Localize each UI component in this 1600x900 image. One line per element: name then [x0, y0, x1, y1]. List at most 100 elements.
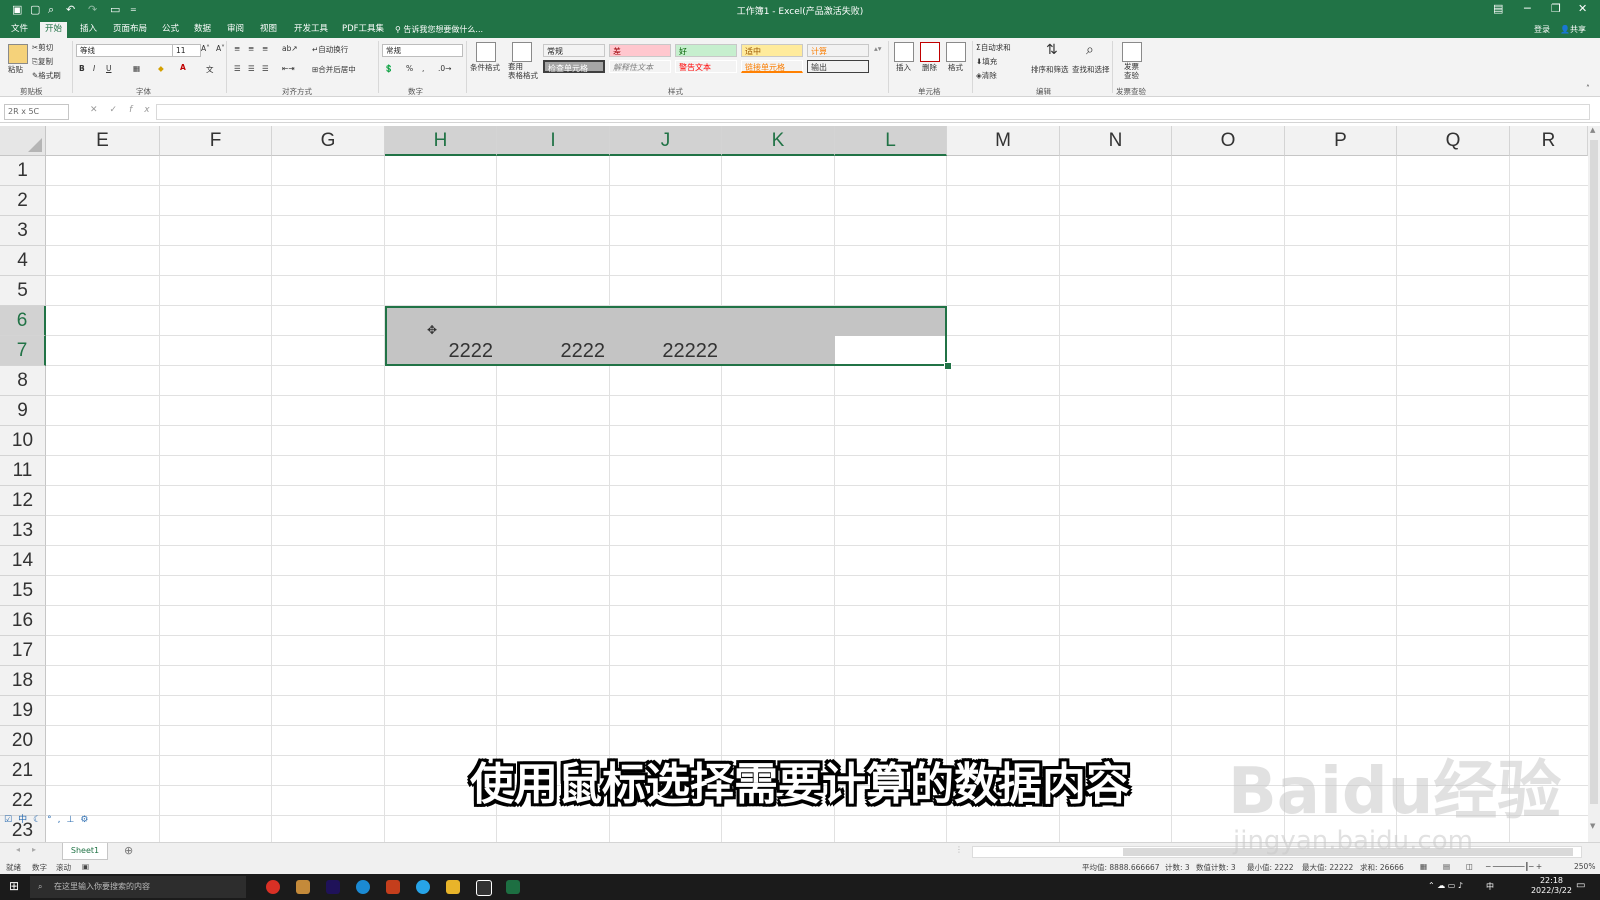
ime-indicator[interactable]: 中 — [1486, 881, 1494, 892]
ime-check-icon[interactable]: ☑ — [4, 815, 18, 825]
fill-handle[interactable] — [944, 362, 952, 370]
style-normal[interactable]: 常规 — [543, 44, 605, 57]
delete-cells-icon[interactable] — [920, 42, 940, 62]
sort-filter-button[interactable]: 排序和筛选 — [1031, 64, 1069, 75]
row-header-19[interactable]: 19 — [0, 696, 46, 726]
indent-icon[interactable]: ⇤⇥ — [282, 64, 295, 73]
tab-insert[interactable]: 插入 — [75, 23, 102, 35]
clear-button[interactable]: ◈清除 — [976, 70, 997, 81]
column-header-m[interactable]: M — [947, 126, 1060, 156]
bold-button[interactable]: B — [79, 64, 85, 73]
row-header-4[interactable]: 4 — [0, 246, 46, 276]
row-header-5[interactable]: 5 — [0, 276, 46, 306]
sort-filter-icon[interactable]: ⇅ — [1046, 42, 1058, 58]
macro-record-icon[interactable]: ▣ — [82, 862, 89, 871]
column-header-n[interactable]: N — [1060, 126, 1172, 156]
cut-button[interactable]: ✂剪切 — [32, 42, 53, 53]
align-bottom-icon[interactable]: ≡ — [262, 44, 268, 53]
paste-icon[interactable] — [8, 44, 28, 64]
minimize-icon[interactable]: ─ — [1524, 2, 1531, 15]
style-neutral[interactable]: 适中 — [741, 44, 803, 57]
scroll-down-icon[interactable]: ▼ — [1590, 822, 1595, 830]
close-icon[interactable]: ✕ — [1578, 2, 1587, 15]
enter-icon[interactable]: ✓ — [110, 105, 130, 115]
style-explanatory[interactable]: 解释性文本 — [609, 60, 671, 73]
tray-icons[interactable]: ⌃ ☁ ▭ ♪ — [1428, 881, 1463, 890]
conditional-format-icon[interactable] — [476, 42, 496, 62]
autosum-button[interactable]: Σ自动求和 — [976, 42, 1011, 53]
tab-pdf-tools[interactable]: PDF工具集 — [337, 23, 389, 35]
row-header-9[interactable]: 9 — [0, 396, 46, 426]
wps-icon[interactable] — [386, 880, 400, 894]
underline-button[interactable]: U — [106, 64, 112, 73]
windows-start-icon[interactable]: ⊞ — [9, 879, 19, 893]
name-box[interactable]: 2R x 5C — [4, 104, 69, 120]
cell-h7[interactable]: 2222 — [385, 336, 494, 366]
shrink-font-icon[interactable]: A˅ — [216, 44, 225, 53]
ime-keyboard-icon[interactable]: ⊥ — [67, 815, 81, 825]
insert-cells-button[interactable]: 插入 — [896, 62, 911, 73]
row-header-3[interactable]: 3 — [0, 216, 46, 246]
vertical-scroll-thumb[interactable] — [1590, 140, 1598, 804]
row-header-12[interactable]: 12 — [0, 486, 46, 516]
conditional-format-button[interactable]: 条件格式 — [470, 62, 500, 73]
ime-lang-icon[interactable]: 中 — [18, 815, 33, 825]
style-good[interactable]: 好 — [675, 44, 737, 57]
align-left-icon[interactable]: ☰ — [234, 64, 241, 73]
orientation-icon[interactable]: ab↗ — [282, 44, 298, 53]
column-header-p[interactable]: P — [1285, 126, 1397, 156]
row-header-8[interactable]: 8 — [0, 366, 46, 396]
taskbar-clock[interactable]: 22:18 2022/3/22 — [1531, 876, 1572, 896]
format-painter-button[interactable]: ✎格式刷 — [32, 70, 61, 81]
wrap-text-button[interactable]: ↵自动换行 — [312, 44, 348, 55]
row-header-11[interactable]: 11 — [0, 456, 46, 486]
tell-me-box[interactable]: ⚲ 告诉我您想要做什么... — [395, 24, 483, 35]
tab-formulas[interactable]: 公式 — [157, 23, 184, 35]
border-icon[interactable]: ▦ — [133, 64, 140, 73]
column-header-l[interactable]: L — [835, 126, 947, 156]
tab-data[interactable]: 数据 — [189, 23, 216, 35]
edge-icon[interactable] — [356, 880, 370, 894]
align-right-icon[interactable]: ☰ — [262, 64, 269, 73]
delete-cells-button[interactable]: 删除 — [922, 62, 937, 73]
ime-settings-icon[interactable]: ⚙ — [80, 815, 94, 825]
page-layout-view-icon[interactable]: ▤ — [1443, 862, 1450, 871]
taskbar-search[interactable]: ⌕ 在这里输入你要搜索的内容 — [30, 876, 246, 898]
column-header-g[interactable]: G — [272, 126, 385, 156]
grow-font-icon[interactable]: A˄ — [201, 44, 210, 53]
page-break-view-icon[interactable]: ◫ — [1466, 862, 1473, 871]
align-middle-icon[interactable]: ≡ — [248, 44, 254, 53]
row-header-2[interactable]: 2 — [0, 186, 46, 216]
number-format-select[interactable]: 常规 — [382, 44, 463, 57]
insert-cells-icon[interactable] — [894, 42, 914, 62]
active-cell[interactable] — [835, 336, 945, 364]
tab-review[interactable]: 审阅 — [222, 23, 249, 35]
phonetic-icon[interactable]: 文 — [206, 64, 214, 75]
row-header-16[interactable]: 16 — [0, 606, 46, 636]
copy-button[interactable]: ⎘复制 — [32, 56, 53, 67]
row-header-6[interactable]: 6 — [0, 306, 46, 336]
login-link[interactable]: 登录 — [1534, 24, 1550, 35]
style-warning[interactable]: 警告文本 — [675, 60, 737, 73]
format-cells-icon[interactable] — [946, 42, 966, 62]
app-icon[interactable] — [296, 880, 310, 894]
row-header-18[interactable]: 18 — [0, 666, 46, 696]
ime-punct-icon[interactable]: °, — [47, 815, 66, 825]
share-button[interactable]: 👤共享 — [1560, 24, 1586, 35]
column-header-k[interactable]: K — [722, 126, 835, 156]
formula-input[interactable] — [156, 104, 1590, 120]
notification-icon[interactable]: ▭ — [1576, 880, 1585, 891]
invoice-check-button[interactable]: 发票 查验 — [1124, 62, 1139, 80]
fill-button[interactable]: ⬇填充 — [976, 56, 997, 67]
find-select-button[interactable]: 查找和选择 — [1072, 64, 1110, 75]
capcut-icon[interactable] — [476, 880, 492, 896]
vertical-scrollbar[interactable]: ▲ ▼ — [1588, 126, 1600, 842]
column-header-f[interactable]: F — [160, 126, 272, 156]
ribbon-display-icon[interactable]: ▤ — [1493, 2, 1503, 15]
format-cells-button[interactable]: 格式 — [948, 62, 963, 73]
row-header-10[interactable]: 10 — [0, 426, 46, 456]
row-header-20[interactable]: 20 — [0, 726, 46, 756]
tab-page-layout[interactable]: 页面布局 — [108, 23, 152, 35]
comma-button[interactable]: , — [422, 64, 424, 73]
style-output[interactable]: 输出 — [807, 60, 869, 73]
